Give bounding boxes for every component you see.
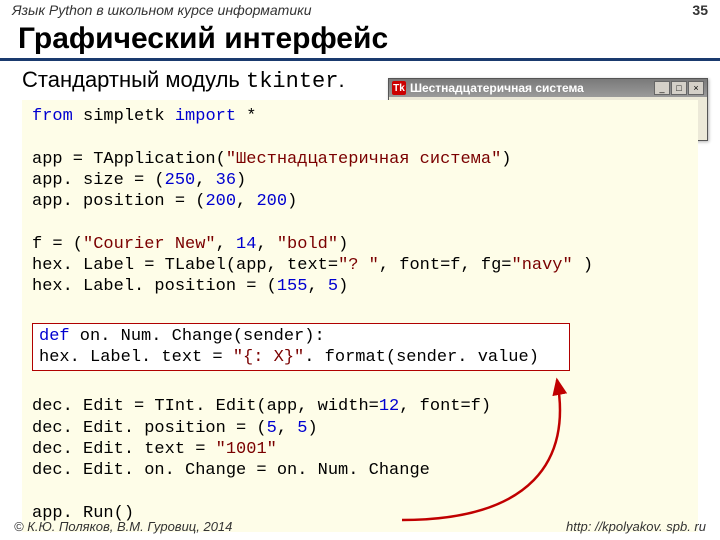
tkinter-title: Шестнадцатеричная система: [410, 81, 650, 95]
tkinter-titlebar: Tk Шестнадцатеричная система _ □ ×: [389, 79, 707, 97]
header-bar: Язык Python в школьном курсе информатики…: [0, 0, 720, 20]
page-number: 35: [692, 2, 708, 18]
footer-url: http: //kpolyakov. spb. ru: [566, 519, 706, 534]
close-button[interactable]: ×: [688, 81, 704, 95]
copyright: © К.Ю. Поляков, В.М. Гуровиц, 2014: [14, 519, 232, 534]
tk-logo-icon: Tk: [392, 81, 406, 95]
course-label: Язык Python в школьном курсе информатики: [12, 2, 312, 18]
kw-import: import: [175, 107, 236, 126]
subtitle-module: tkinter: [246, 69, 338, 94]
page-title: Графический интерфейс: [0, 20, 720, 61]
window-buttons: _ □ ×: [654, 81, 704, 95]
code-block: from simpletk import * app = TApplicatio…: [22, 100, 698, 532]
def-highlight-box: def on. Num. Change(sender): hex. Label.…: [32, 323, 570, 372]
maximize-button[interactable]: □: [671, 81, 687, 95]
kw-from: from: [32, 107, 73, 126]
footer-bar: © К.Ю. Поляков, В.М. Гуровиц, 2014 http:…: [0, 515, 720, 540]
subtitle-prefix: Стандартный модуль: [22, 67, 246, 92]
subtitle-suffix: .: [338, 67, 344, 92]
kw-def: def: [39, 327, 70, 346]
minimize-button[interactable]: _: [654, 81, 670, 95]
